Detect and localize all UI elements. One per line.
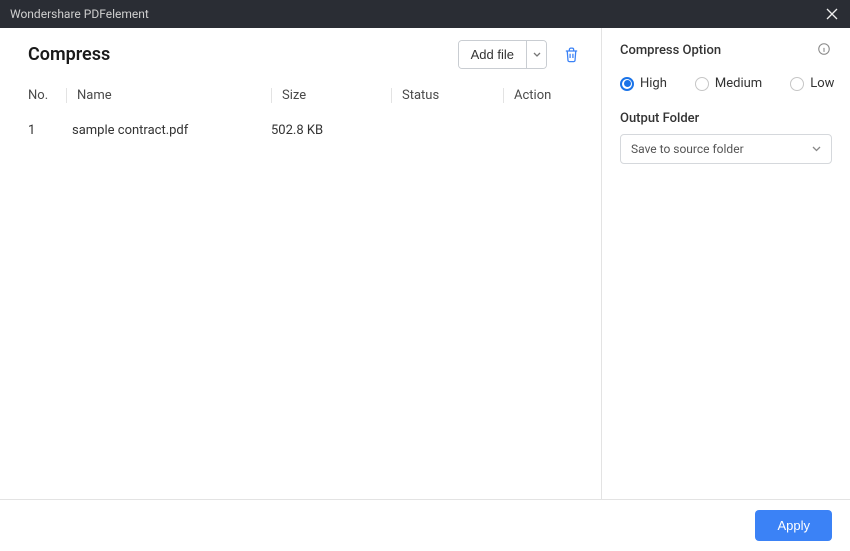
- add-file-button[interactable]: Add file: [459, 41, 526, 68]
- radio-dot-icon: [620, 77, 634, 91]
- close-icon: [826, 8, 838, 20]
- header-no: No.: [28, 88, 66, 103]
- radio-low-label: Low: [810, 76, 834, 91]
- compression-radio-group: High Medium Low: [620, 76, 832, 91]
- info-button[interactable]: [816, 42, 832, 58]
- info-icon: [817, 42, 831, 56]
- add-file-dropdown[interactable]: [526, 41, 546, 68]
- close-button[interactable]: [824, 6, 840, 22]
- radio-high[interactable]: High: [620, 76, 667, 91]
- titlebar: Wondershare PDFelement: [0, 0, 850, 28]
- header-name: Name: [66, 88, 271, 103]
- header-status: Status: [391, 88, 503, 103]
- footer: Apply: [0, 499, 850, 551]
- cell-size: 502.8 KB: [271, 123, 391, 138]
- radio-dot-icon: [790, 77, 804, 91]
- apply-button[interactable]: Apply: [755, 510, 832, 541]
- chevron-down-icon: [812, 146, 821, 152]
- table-header-row: No. Name Size Status Action: [0, 79, 601, 111]
- output-folder-label: Output Folder: [620, 111, 832, 126]
- table-row[interactable]: 1 sample contract.pdf 502.8 KB: [0, 111, 601, 149]
- trash-icon: [563, 46, 580, 63]
- header-size: Size: [271, 88, 391, 103]
- radio-low[interactable]: Low: [790, 76, 834, 91]
- header-action: Action: [503, 88, 573, 103]
- output-folder-value: Save to source folder: [631, 142, 744, 156]
- app-title: Wondershare PDFelement: [10, 7, 149, 21]
- main-panel: Compress Add file No. Name Size Status: [0, 28, 602, 499]
- output-folder-select[interactable]: Save to source folder: [620, 134, 832, 164]
- options-panel: Compress Option High Medium Low Output F…: [602, 28, 850, 499]
- chevron-down-icon: [533, 52, 541, 58]
- cell-no: 1: [28, 123, 66, 138]
- radio-medium[interactable]: Medium: [695, 76, 762, 91]
- options-title: Compress Option: [620, 43, 721, 58]
- radio-medium-label: Medium: [715, 76, 762, 91]
- page-title: Compress: [28, 44, 110, 65]
- clear-all-button[interactable]: [561, 45, 581, 65]
- add-file-group: Add file: [458, 40, 547, 69]
- cell-name: sample contract.pdf: [66, 123, 271, 138]
- file-table: No. Name Size Status Action 1 sample con…: [0, 79, 601, 149]
- radio-dot-icon: [695, 77, 709, 91]
- radio-high-label: High: [640, 76, 667, 91]
